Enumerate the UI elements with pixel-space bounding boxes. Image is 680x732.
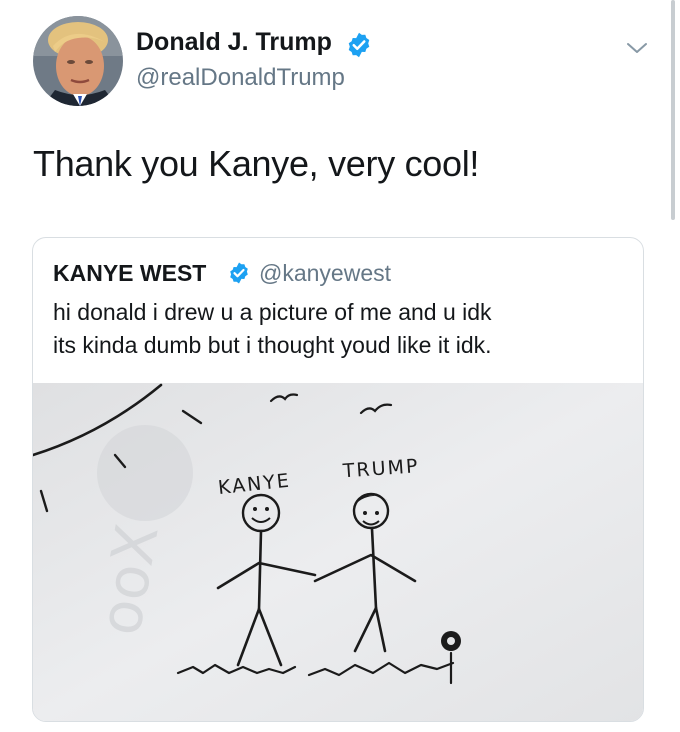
quoted-tweet-text: hi donald i drew u a picture of me and u…: [53, 296, 492, 362]
quoted-author-name[interactable]: KANYE WEST: [53, 260, 206, 287]
quoted-verified-badge-icon: [227, 261, 251, 285]
quoted-media-drawing[interactable]: ooX 02:34 PM KANYE TRUMP: [33, 383, 643, 721]
quoted-author-handle[interactable]: @kanyewest: [259, 260, 391, 287]
scrollbar[interactable]: [671, 0, 675, 220]
quoted-text-line: its kinda dumb but i thought youd like i…: [53, 332, 492, 358]
author-handle[interactable]: @realDonaldTrump: [136, 64, 345, 92]
quoted-tweet[interactable]: KANYE WEST @kanyewest hi donald i drew u…: [32, 237, 644, 722]
author-name[interactable]: Donald J. Trump: [136, 28, 332, 57]
tweet: Donald J. Trump @realDonaldTrump Thank y…: [0, 0, 680, 732]
quoted-text-line: hi donald i drew u a picture of me and u…: [53, 299, 492, 325]
tweet-text: Thank you Kanye, very cool!: [33, 143, 480, 184]
verified-badge-icon: [345, 31, 373, 59]
author-avatar[interactable]: [33, 16, 123, 106]
chevron-down-icon[interactable]: [625, 36, 649, 60]
